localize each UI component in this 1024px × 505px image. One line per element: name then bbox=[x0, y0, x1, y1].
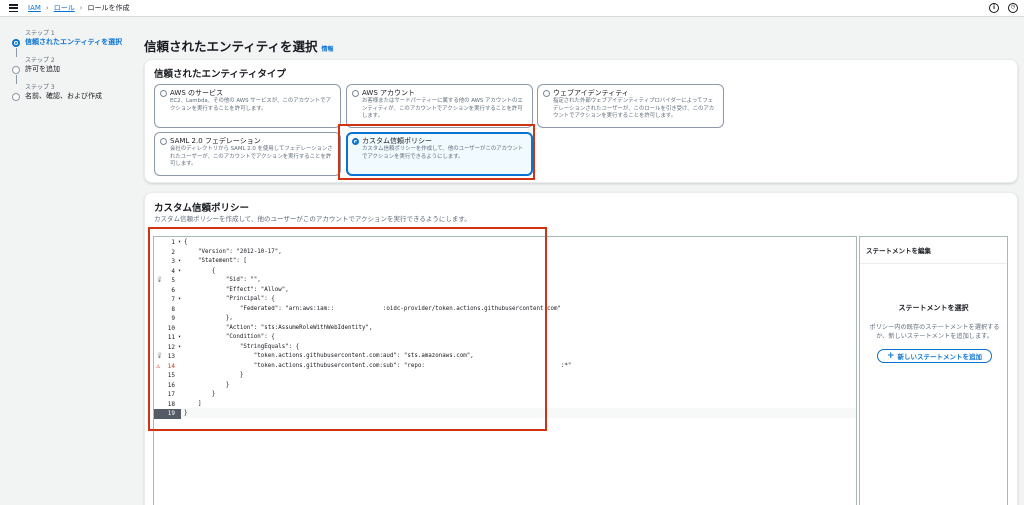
step-3: ステップ 3 名前、確認、および作成 bbox=[12, 84, 132, 111]
step-number: ステップ 1 bbox=[25, 30, 55, 37]
chevron-right-icon: › bbox=[45, 4, 49, 12]
step-number: ステップ 3 bbox=[25, 84, 55, 91]
top-navigation: IAM › ロール › ロールを作成 i ◷ bbox=[0, 0, 1024, 17]
tile-desc: 会社のディレクトリから SAML 2.0 を使用してフェデレーションされたユーザ… bbox=[170, 146, 333, 167]
tile-title: AWS のサービス bbox=[170, 89, 223, 97]
statement-panel-body: ポリシー内の既存のステートメントを選択するか、新しいステートメントを追加します。 bbox=[869, 324, 1000, 340]
step-pending-icon bbox=[12, 66, 20, 74]
statement-panel: ステートメントを編集 ステートメントを選択 ポリシー内の既存のステートメントを選… bbox=[859, 236, 1008, 505]
step-2: ステップ 2 許可を追加 bbox=[12, 57, 132, 84]
breadcrumb-current: ロールを作成 bbox=[87, 4, 130, 12]
highlight-box-editor bbox=[148, 227, 547, 431]
breadcrumb-roles[interactable]: ロール bbox=[54, 3, 75, 13]
tile-title: ウェブアイデンティティ bbox=[553, 89, 629, 97]
add-statement-label: 新しいステートメントを追加 bbox=[897, 353, 983, 361]
step-pending-icon bbox=[12, 93, 20, 101]
page-title: 信頼されたエンティティを選択 情報 bbox=[144, 36, 334, 55]
breadcrumb-iam[interactable]: IAM bbox=[28, 4, 41, 12]
tile-title: AWS アカウント bbox=[362, 89, 415, 97]
divider bbox=[860, 263, 1007, 264]
info-icon[interactable]: i bbox=[989, 3, 999, 13]
step-label: 信頼されたエンティティを選択 bbox=[25, 38, 123, 46]
entity-type-container: 信頼されたエンティティタイプ AWS のサービス EC2、Lambda、その他の… bbox=[144, 59, 1018, 183]
page-title-text: 信頼されたエンティティを選択 bbox=[144, 39, 318, 54]
clock-icon[interactable]: ◷ bbox=[1008, 3, 1018, 13]
entity-type-title: 信頼されたエンティティタイプ bbox=[154, 69, 286, 80]
step-number: ステップ 2 bbox=[25, 57, 55, 64]
step-connector bbox=[16, 48, 17, 57]
radio-icon[interactable] bbox=[160, 138, 167, 145]
step-active-icon bbox=[12, 39, 20, 47]
radio-icon[interactable] bbox=[543, 90, 550, 97]
plus-icon: + bbox=[886, 350, 895, 361]
step-label: 許可を追加 bbox=[25, 65, 60, 73]
radio-icon[interactable] bbox=[160, 90, 167, 97]
tile-desc: お客様またはサードパーティーに属する他の AWS アカウントのエンティティが、こ… bbox=[362, 98, 523, 119]
chevron-right-icon: › bbox=[79, 4, 83, 12]
statement-panel-title: ステートメントを編集 bbox=[866, 247, 931, 255]
statement-panel-heading: ステートメントを選択 bbox=[898, 304, 969, 312]
tile-web-identity[interactable]: ウェブアイデンティティ 指定された外部ウェブアイデンティティプロバイダーによって… bbox=[537, 84, 724, 128]
tile-saml[interactable]: SAML 2.0 フェデレーション 会社のディレクトリから SAML 2.0 を… bbox=[154, 132, 341, 176]
tile-aws-service[interactable]: AWS のサービス EC2、Lambda、その他の AWS サービスが、このアカ… bbox=[154, 84, 341, 128]
step-label: 名前、確認、および作成 bbox=[25, 92, 102, 100]
tile-desc: EC2、Lambda、その他の AWS サービスが、このアカウントでアクションを… bbox=[170, 98, 331, 112]
tile-desc: 指定された外部ウェブアイデンティティプロバイダーによってフェデレーションされたユ… bbox=[553, 98, 715, 119]
step-connector bbox=[16, 75, 17, 84]
custom-policy-title: カスタム信頼ポリシー bbox=[154, 203, 250, 214]
highlight-box-tile bbox=[338, 124, 535, 180]
wizard-steps: ステップ 1 信頼されたエンティティを選択 ステップ 2 許可を追加 ステップ … bbox=[12, 30, 132, 111]
tile-title: SAML 2.0 フェデレーション bbox=[170, 137, 261, 145]
info-link[interactable]: 情報 bbox=[322, 46, 334, 53]
radio-icon[interactable] bbox=[352, 90, 359, 97]
tile-aws-account[interactable]: AWS アカウント お客様またはサードパーティーに属する他の AWS アカウント… bbox=[346, 84, 533, 128]
step-1[interactable]: ステップ 1 信頼されたエンティティを選択 bbox=[12, 30, 132, 57]
menu-icon[interactable] bbox=[9, 4, 18, 12]
add-statement-button[interactable]: + 新しいステートメントを追加 bbox=[877, 349, 992, 363]
custom-policy-desc: カスタム信頼ポリシーを作成して、他のユーザーがこのアカウントでアクションを実行で… bbox=[154, 215, 471, 223]
